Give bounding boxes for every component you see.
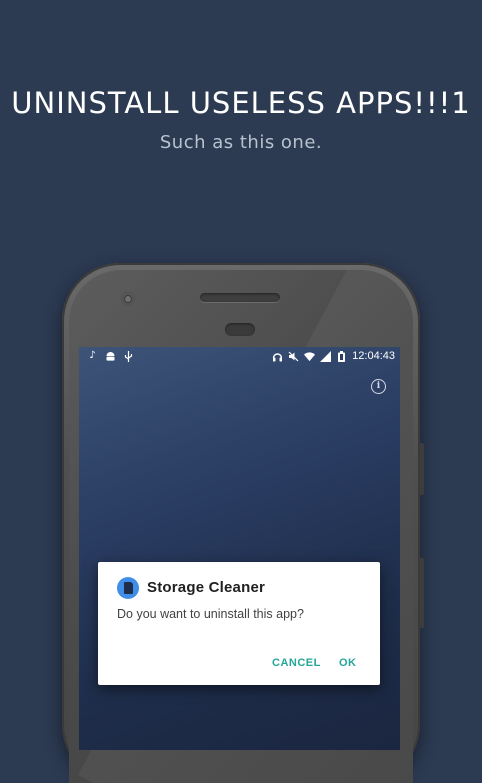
power-button: [420, 558, 424, 628]
headphones-icon: [272, 351, 283, 362]
muted-icon: [288, 351, 299, 362]
proximity-sensor: [225, 323, 255, 336]
uninstall-dialog: Storage Cleaner Do you want to uninstall…: [98, 562, 380, 685]
info-icon[interactable]: i: [371, 379, 386, 394]
promo-headline: UNINSTALL USELESS APPS!!!1: [11, 86, 471, 120]
wifi-icon: [304, 351, 316, 362]
phone-screen: ♪ 12:04:43 i: [79, 347, 400, 750]
status-bar: ♪ 12:04:43: [79, 347, 400, 365]
sd-card-icon: [117, 577, 139, 599]
front-camera-icon: [121, 292, 135, 306]
earpiece-speaker: [200, 293, 280, 302]
promo-subline: Such as this one.: [159, 132, 323, 153]
ok-button[interactable]: OK: [339, 657, 357, 669]
android-icon: [105, 351, 116, 362]
dialog-title: Storage Cleaner: [147, 579, 266, 596]
signal-icon: [320, 350, 332, 362]
usb-icon: [123, 350, 134, 362]
status-time: 12:04:43: [352, 350, 395, 362]
battery-icon: [336, 350, 347, 362]
music-note-icon: ♪: [89, 350, 96, 361]
dialog-message: Do you want to uninstall this app?: [117, 607, 304, 621]
volume-button: [420, 443, 424, 495]
cancel-button[interactable]: CANCEL: [272, 657, 321, 669]
